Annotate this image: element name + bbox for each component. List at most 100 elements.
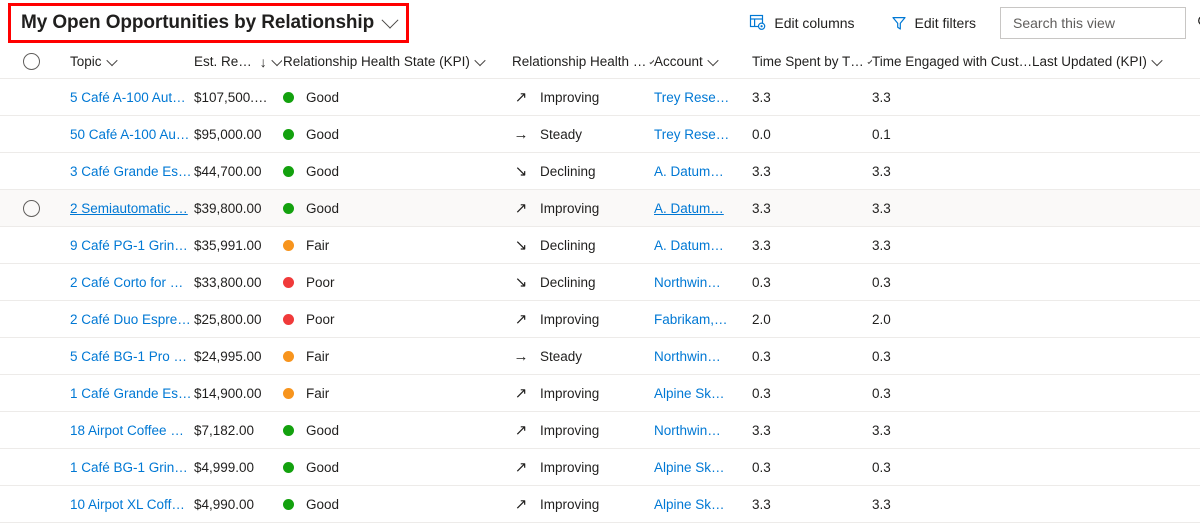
column-header-last-updated[interactable]: Last Updated (KPI): [1032, 45, 1192, 78]
column-header-topic[interactable]: Topic: [62, 45, 194, 78]
search-input[interactable]: [1011, 14, 1196, 32]
topic-link[interactable]: 1 Café Grande Es…: [70, 386, 192, 401]
table-row[interactable]: 9 Café PG-1 Grin…$35,991.00Fair↘Declinin…: [0, 227, 1200, 264]
topic-link[interactable]: 10 Airpot XL Coff…: [70, 497, 185, 512]
cell-topic[interactable]: 1 Café Grande Es…: [62, 375, 194, 411]
topic-link[interactable]: 5 Café A-100 Aut…: [70, 90, 186, 105]
cell-account[interactable]: Northwin…: [654, 264, 752, 300]
cell-time-engaged: 3.3: [872, 227, 1032, 263]
row-checkbox[interactable]: [0, 190, 62, 226]
table-row[interactable]: 1 Café BG-1 Grin…$4,999.00Good↗Improving…: [0, 449, 1200, 486]
cell-topic[interactable]: 1 Café BG-1 Grin…: [62, 449, 194, 485]
cell-topic[interactable]: 50 Café A-100 Au…: [62, 116, 194, 152]
table-row[interactable]: 5 Café A-100 Aut…$107,500.…Good↗Improvin…: [0, 79, 1200, 116]
est-revenue-value: $95,000.00: [194, 127, 262, 142]
cell-account[interactable]: Alpine Sk…: [654, 449, 752, 485]
account-link[interactable]: Northwin…: [654, 349, 721, 364]
column-header-relationship-health-state[interactable]: Relationship Health State (KPI): [282, 45, 512, 78]
cell-topic[interactable]: 5 Café A-100 Aut…: [62, 79, 194, 115]
cell-account[interactable]: A. Datum…: [654, 190, 752, 226]
column-header-time-engaged[interactable]: Time Engaged with Cust…: [872, 45, 1032, 78]
topic-link[interactable]: 18 Airpot Coffee …: [70, 423, 184, 438]
cell-account[interactable]: Fabrikam,…: [654, 301, 752, 337]
topic-link[interactable]: 1 Café BG-1 Grin…: [70, 460, 188, 475]
cell-topic[interactable]: 2 Semiautomatic …: [62, 190, 194, 226]
table-row[interactable]: 3 Café Grande Es…$44,700.00Good↘Declinin…: [0, 153, 1200, 190]
edit-columns-button[interactable]: Edit columns: [739, 6, 864, 40]
cell-topic[interactable]: 10 Airpot XL Coff…: [62, 486, 194, 522]
cell-account[interactable]: Alpine Sk…: [654, 486, 752, 522]
edit-filters-button[interactable]: Edit filters: [881, 6, 986, 40]
circle-checkbox-icon[interactable]: [23, 200, 40, 217]
column-header-time-spent[interactable]: Time Spent by T…: [752, 45, 872, 78]
table-row[interactable]: 2 Café Duo Espre…$25,800.00Poor↗Improvin…: [0, 301, 1200, 338]
search-icon[interactable]: [1196, 14, 1200, 31]
topic-link[interactable]: 50 Café A-100 Au…: [70, 127, 189, 142]
search-box[interactable]: [1000, 7, 1186, 39]
account-link[interactable]: Alpine Sk…: [654, 497, 725, 512]
row-checkbox[interactable]: [0, 301, 62, 337]
cell-topic[interactable]: 2 Café Duo Espre…: [62, 301, 194, 337]
chevron-down-icon[interactable]: [271, 54, 282, 65]
topic-link[interactable]: 5 Café BG-1 Pro …: [70, 349, 187, 364]
table-row[interactable]: 18 Airpot Coffee …$7,182.00Good↗Improvin…: [0, 412, 1200, 449]
account-link[interactable]: Alpine Sk…: [654, 386, 725, 401]
table-row[interactable]: 2 Café Corto for …$33,800.00Poor↘Declini…: [0, 264, 1200, 301]
row-checkbox[interactable]: [0, 486, 62, 522]
column-header-relationship-health-trend[interactable]: Relationship Health …: [512, 45, 654, 78]
account-link[interactable]: Trey Rese…: [654, 90, 729, 105]
account-link[interactable]: A. Datum…: [654, 201, 724, 216]
topic-link[interactable]: 3 Café Grande Es…: [70, 164, 192, 179]
account-link[interactable]: Northwin…: [654, 275, 721, 290]
chevron-down-icon[interactable]: [382, 12, 399, 29]
table-row[interactable]: 10 Airpot XL Coff…$4,990.00Good↗Improvin…: [0, 486, 1200, 523]
row-checkbox[interactable]: [0, 79, 62, 115]
cell-account[interactable]: Northwin…: [654, 412, 752, 448]
cell-relationship-health-trend: ↗Improving: [512, 79, 654, 115]
chevron-down-icon[interactable]: [1151, 54, 1162, 65]
circle-checkbox-icon[interactable]: [23, 53, 40, 70]
cell-topic[interactable]: 5 Café BG-1 Pro …: [62, 338, 194, 374]
row-checkbox[interactable]: [0, 153, 62, 189]
row-checkbox[interactable]: [0, 449, 62, 485]
view-selector[interactable]: My Open Opportunities by Relationship: [8, 3, 409, 43]
table-row[interactable]: 50 Café A-100 Au…$95,000.00Good→SteadyTr…: [0, 116, 1200, 153]
cell-account[interactable]: Trey Rese…: [654, 116, 752, 152]
row-checkbox[interactable]: [0, 116, 62, 152]
cell-topic[interactable]: 2 Café Corto for …: [62, 264, 194, 300]
column-header-est-revenue[interactable]: Est. Re… ↓: [194, 45, 282, 78]
row-checkbox[interactable]: [0, 375, 62, 411]
chevron-down-icon[interactable]: [707, 54, 718, 65]
account-link[interactable]: Alpine Sk…: [654, 460, 725, 475]
row-checkbox[interactable]: [0, 412, 62, 448]
table-row[interactable]: 1 Café Grande Es…$14,900.00Fair↗Improvin…: [0, 375, 1200, 412]
cell-topic[interactable]: 9 Café PG-1 Grin…: [62, 227, 194, 263]
topic-link[interactable]: 2 Semiautomatic …: [70, 201, 188, 216]
cell-last-updated: [1032, 116, 1192, 152]
cell-account[interactable]: A. Datum…: [654, 153, 752, 189]
cell-account[interactable]: Northwin…: [654, 338, 752, 374]
topic-link[interactable]: 2 Café Duo Espre…: [70, 312, 191, 327]
topic-link[interactable]: 2 Café Corto for …: [70, 275, 183, 290]
cell-account[interactable]: Alpine Sk…: [654, 375, 752, 411]
select-all-checkbox[interactable]: [0, 45, 62, 78]
row-checkbox[interactable]: [0, 264, 62, 300]
account-link[interactable]: A. Datum…: [654, 164, 724, 179]
cell-topic[interactable]: 18 Airpot Coffee …: [62, 412, 194, 448]
table-row[interactable]: 5 Café BG-1 Pro …$24,995.00Fair→SteadyNo…: [0, 338, 1200, 375]
account-link[interactable]: Trey Rese…: [654, 127, 729, 142]
table-row[interactable]: 2 Semiautomatic …$39,800.00Good↗Improvin…: [0, 190, 1200, 227]
sort-descending-icon[interactable]: ↓: [260, 55, 267, 69]
row-checkbox[interactable]: [0, 227, 62, 263]
row-checkbox[interactable]: [0, 338, 62, 374]
cell-account[interactable]: A. Datum…: [654, 227, 752, 263]
column-header-account[interactable]: Account: [654, 45, 752, 78]
account-link[interactable]: Northwin…: [654, 423, 721, 438]
chevron-down-icon[interactable]: [106, 54, 117, 65]
cell-account[interactable]: Trey Rese…: [654, 79, 752, 115]
account-link[interactable]: Fabrikam,…: [654, 312, 728, 327]
account-link[interactable]: A. Datum…: [654, 238, 724, 253]
cell-topic[interactable]: 3 Café Grande Es…: [62, 153, 194, 189]
topic-link[interactable]: 9 Café PG-1 Grin…: [70, 238, 188, 253]
chevron-down-icon[interactable]: [474, 54, 485, 65]
